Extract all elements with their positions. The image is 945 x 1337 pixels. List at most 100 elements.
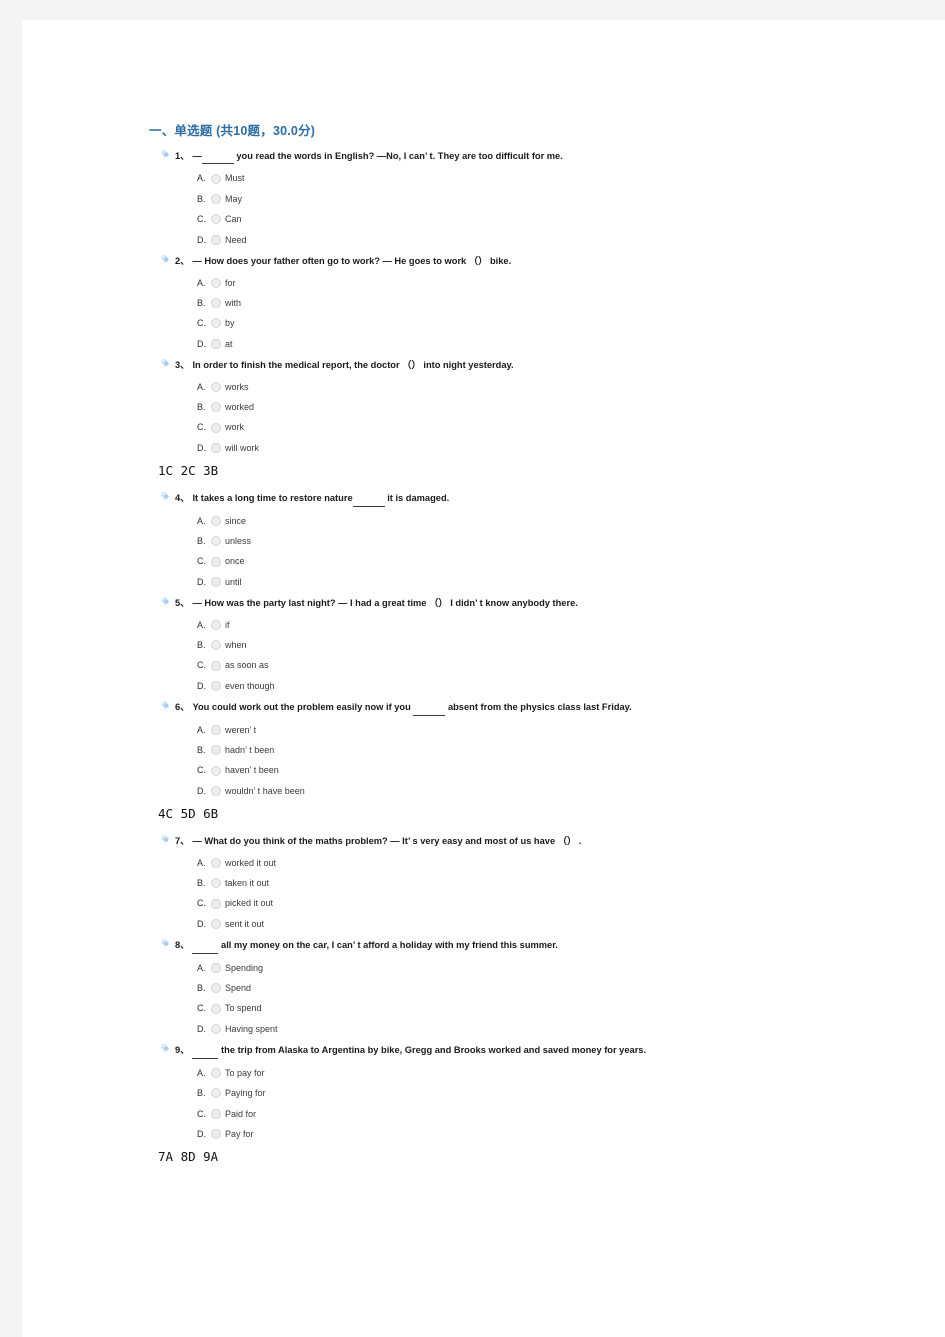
radio-button-icon[interactable]	[211, 785, 221, 796]
option-row[interactable]: D. sent it out	[197, 914, 907, 934]
radio-button-icon[interactable]	[211, 1067, 221, 1078]
radio-button-icon[interactable]	[211, 919, 221, 930]
radio-button-icon[interactable]	[211, 318, 221, 329]
radio-button-icon[interactable]	[211, 402, 221, 413]
option-row[interactable]: B. hadn’ t been	[197, 740, 907, 760]
radio-button-icon[interactable]	[211, 515, 221, 526]
option-label: until	[225, 576, 242, 587]
option-row[interactable]: C. To spend	[197, 998, 907, 1018]
radio-button-icon[interactable]	[211, 277, 221, 288]
option-label: To spend	[225, 1003, 262, 1014]
question-text: — How was the party last night? — I had …	[192, 597, 907, 610]
radio-button-icon[interactable]	[211, 660, 221, 671]
radio-button-icon[interactable]	[211, 338, 221, 349]
radio-button-icon[interactable]	[211, 619, 221, 630]
option-row[interactable]: C. by	[197, 313, 907, 333]
fill-in-blank	[192, 1044, 219, 1059]
radio-button-icon[interactable]	[211, 1088, 221, 1099]
option-letter: C.	[197, 660, 206, 671]
option-row[interactable]: D. Having spent	[197, 1019, 907, 1039]
option-row[interactable]: C. picked it out	[197, 893, 907, 913]
option-row[interactable]: A. since	[197, 511, 907, 531]
option-row[interactable]: B. worked	[197, 397, 907, 417]
radio-button-icon[interactable]	[211, 640, 221, 651]
question-number: 3、	[175, 360, 190, 371]
option-row[interactable]: C. haven’ t been	[197, 760, 907, 780]
option-row[interactable]: A. To pay for	[197, 1063, 907, 1083]
option-letter: A.	[197, 962, 206, 973]
option-row[interactable]: B. May	[197, 189, 907, 209]
question-number: 8、	[175, 940, 190, 951]
radio-button-icon[interactable]	[211, 422, 221, 433]
option-row[interactable]: B. taken it out	[197, 873, 907, 893]
radio-button-icon[interactable]	[211, 983, 221, 994]
radio-button-icon[interactable]	[211, 1003, 221, 1014]
option-row[interactable]: D. Need	[197, 230, 907, 250]
radio-button-icon[interactable]	[211, 536, 221, 547]
option-row[interactable]: C. once	[197, 551, 907, 571]
option-row[interactable]: B. with	[197, 293, 907, 313]
option-row[interactable]: D. even though	[197, 676, 907, 696]
option-row[interactable]: C. work	[197, 417, 907, 437]
radio-button-icon[interactable]	[211, 765, 221, 776]
option-label: by	[225, 318, 235, 329]
option-letter: C.	[197, 1108, 206, 1119]
option-row[interactable]: D. at	[197, 334, 907, 354]
option-row[interactable]: C. Paid for	[197, 1104, 907, 1124]
radio-button-icon[interactable]	[211, 381, 221, 392]
question-number: 1、	[175, 151, 190, 161]
option-row[interactable]: A. worked it out	[197, 853, 907, 873]
question-text-fragment: — What do you think of the maths problem…	[192, 836, 582, 847]
radio-button-icon[interactable]	[211, 962, 221, 973]
option-letter: C.	[197, 318, 206, 329]
radio-button-icon[interactable]	[211, 878, 221, 889]
option-row[interactable]: A. weren’ t	[197, 720, 907, 740]
option-row[interactable]: B. Spend	[197, 978, 907, 998]
option-letter: C.	[197, 1003, 206, 1014]
option-row[interactable]: B. Paying for	[197, 1083, 907, 1103]
question-text-fragment: the trip from Alaska to Argentina by bik…	[218, 1045, 647, 1056]
option-row[interactable]: B. unless	[197, 531, 907, 551]
option-row[interactable]: A. for	[197, 273, 907, 293]
option-row[interactable]: C. Can	[197, 209, 907, 229]
radio-button-icon[interactable]	[211, 898, 221, 909]
option-row[interactable]: C. as soon as	[197, 655, 907, 675]
radio-button-icon[interactable]	[211, 680, 221, 691]
radio-button-icon[interactable]	[211, 173, 221, 184]
option-letter: B.	[197, 1088, 206, 1099]
radio-button-icon[interactable]	[211, 1108, 221, 1119]
option-row[interactable]: A. Spending	[197, 958, 907, 978]
option-row[interactable]: A. works	[197, 377, 907, 397]
question-number: 6、	[175, 702, 190, 713]
radio-button-icon[interactable]	[211, 556, 221, 567]
radio-button-icon[interactable]	[211, 745, 221, 756]
option-row[interactable]: B. when	[197, 635, 907, 655]
radio-button-icon[interactable]	[211, 857, 221, 868]
question-stem: 3、 In order to finish the medical report,…	[147, 359, 907, 372]
radio-button-icon[interactable]	[211, 1024, 221, 1035]
radio-button-icon[interactable]	[211, 1129, 221, 1140]
question-number: 5、	[175, 598, 190, 609]
radio-button-icon[interactable]	[211, 724, 221, 735]
option-row[interactable]: D. wouldn’ t have been	[197, 781, 907, 801]
question-text: all my money on the car, I can’ t afford…	[192, 939, 907, 954]
question-text: the trip from Alaska to Argentina by bik…	[192, 1044, 907, 1059]
option-row[interactable]: A. Must	[197, 168, 907, 188]
radio-button-icon[interactable]	[211, 234, 221, 245]
question-text-fragment: — How does your father often go to work?…	[192, 256, 512, 267]
option-label: Need	[225, 234, 247, 245]
radio-button-icon[interactable]	[211, 298, 221, 309]
question-stem: 7、 — What do you think of the maths probl…	[147, 835, 907, 848]
question-block: 9、 the trip from Alaska to Argentina by …	[147, 1044, 907, 1144]
radio-button-icon[interactable]	[211, 576, 221, 587]
option-row[interactable]: D. Pay for	[197, 1124, 907, 1144]
option-row[interactable]: A. if	[197, 615, 907, 635]
radio-button-icon[interactable]	[211, 214, 221, 225]
option-row[interactable]: D. will work	[197, 438, 907, 458]
question-number: 4、	[175, 493, 190, 504]
radio-button-icon[interactable]	[211, 442, 221, 453]
fill-in-blank	[352, 492, 385, 507]
option-label: will work	[225, 442, 260, 453]
radio-button-icon[interactable]	[211, 194, 221, 205]
option-row[interactable]: D. until	[197, 572, 907, 592]
